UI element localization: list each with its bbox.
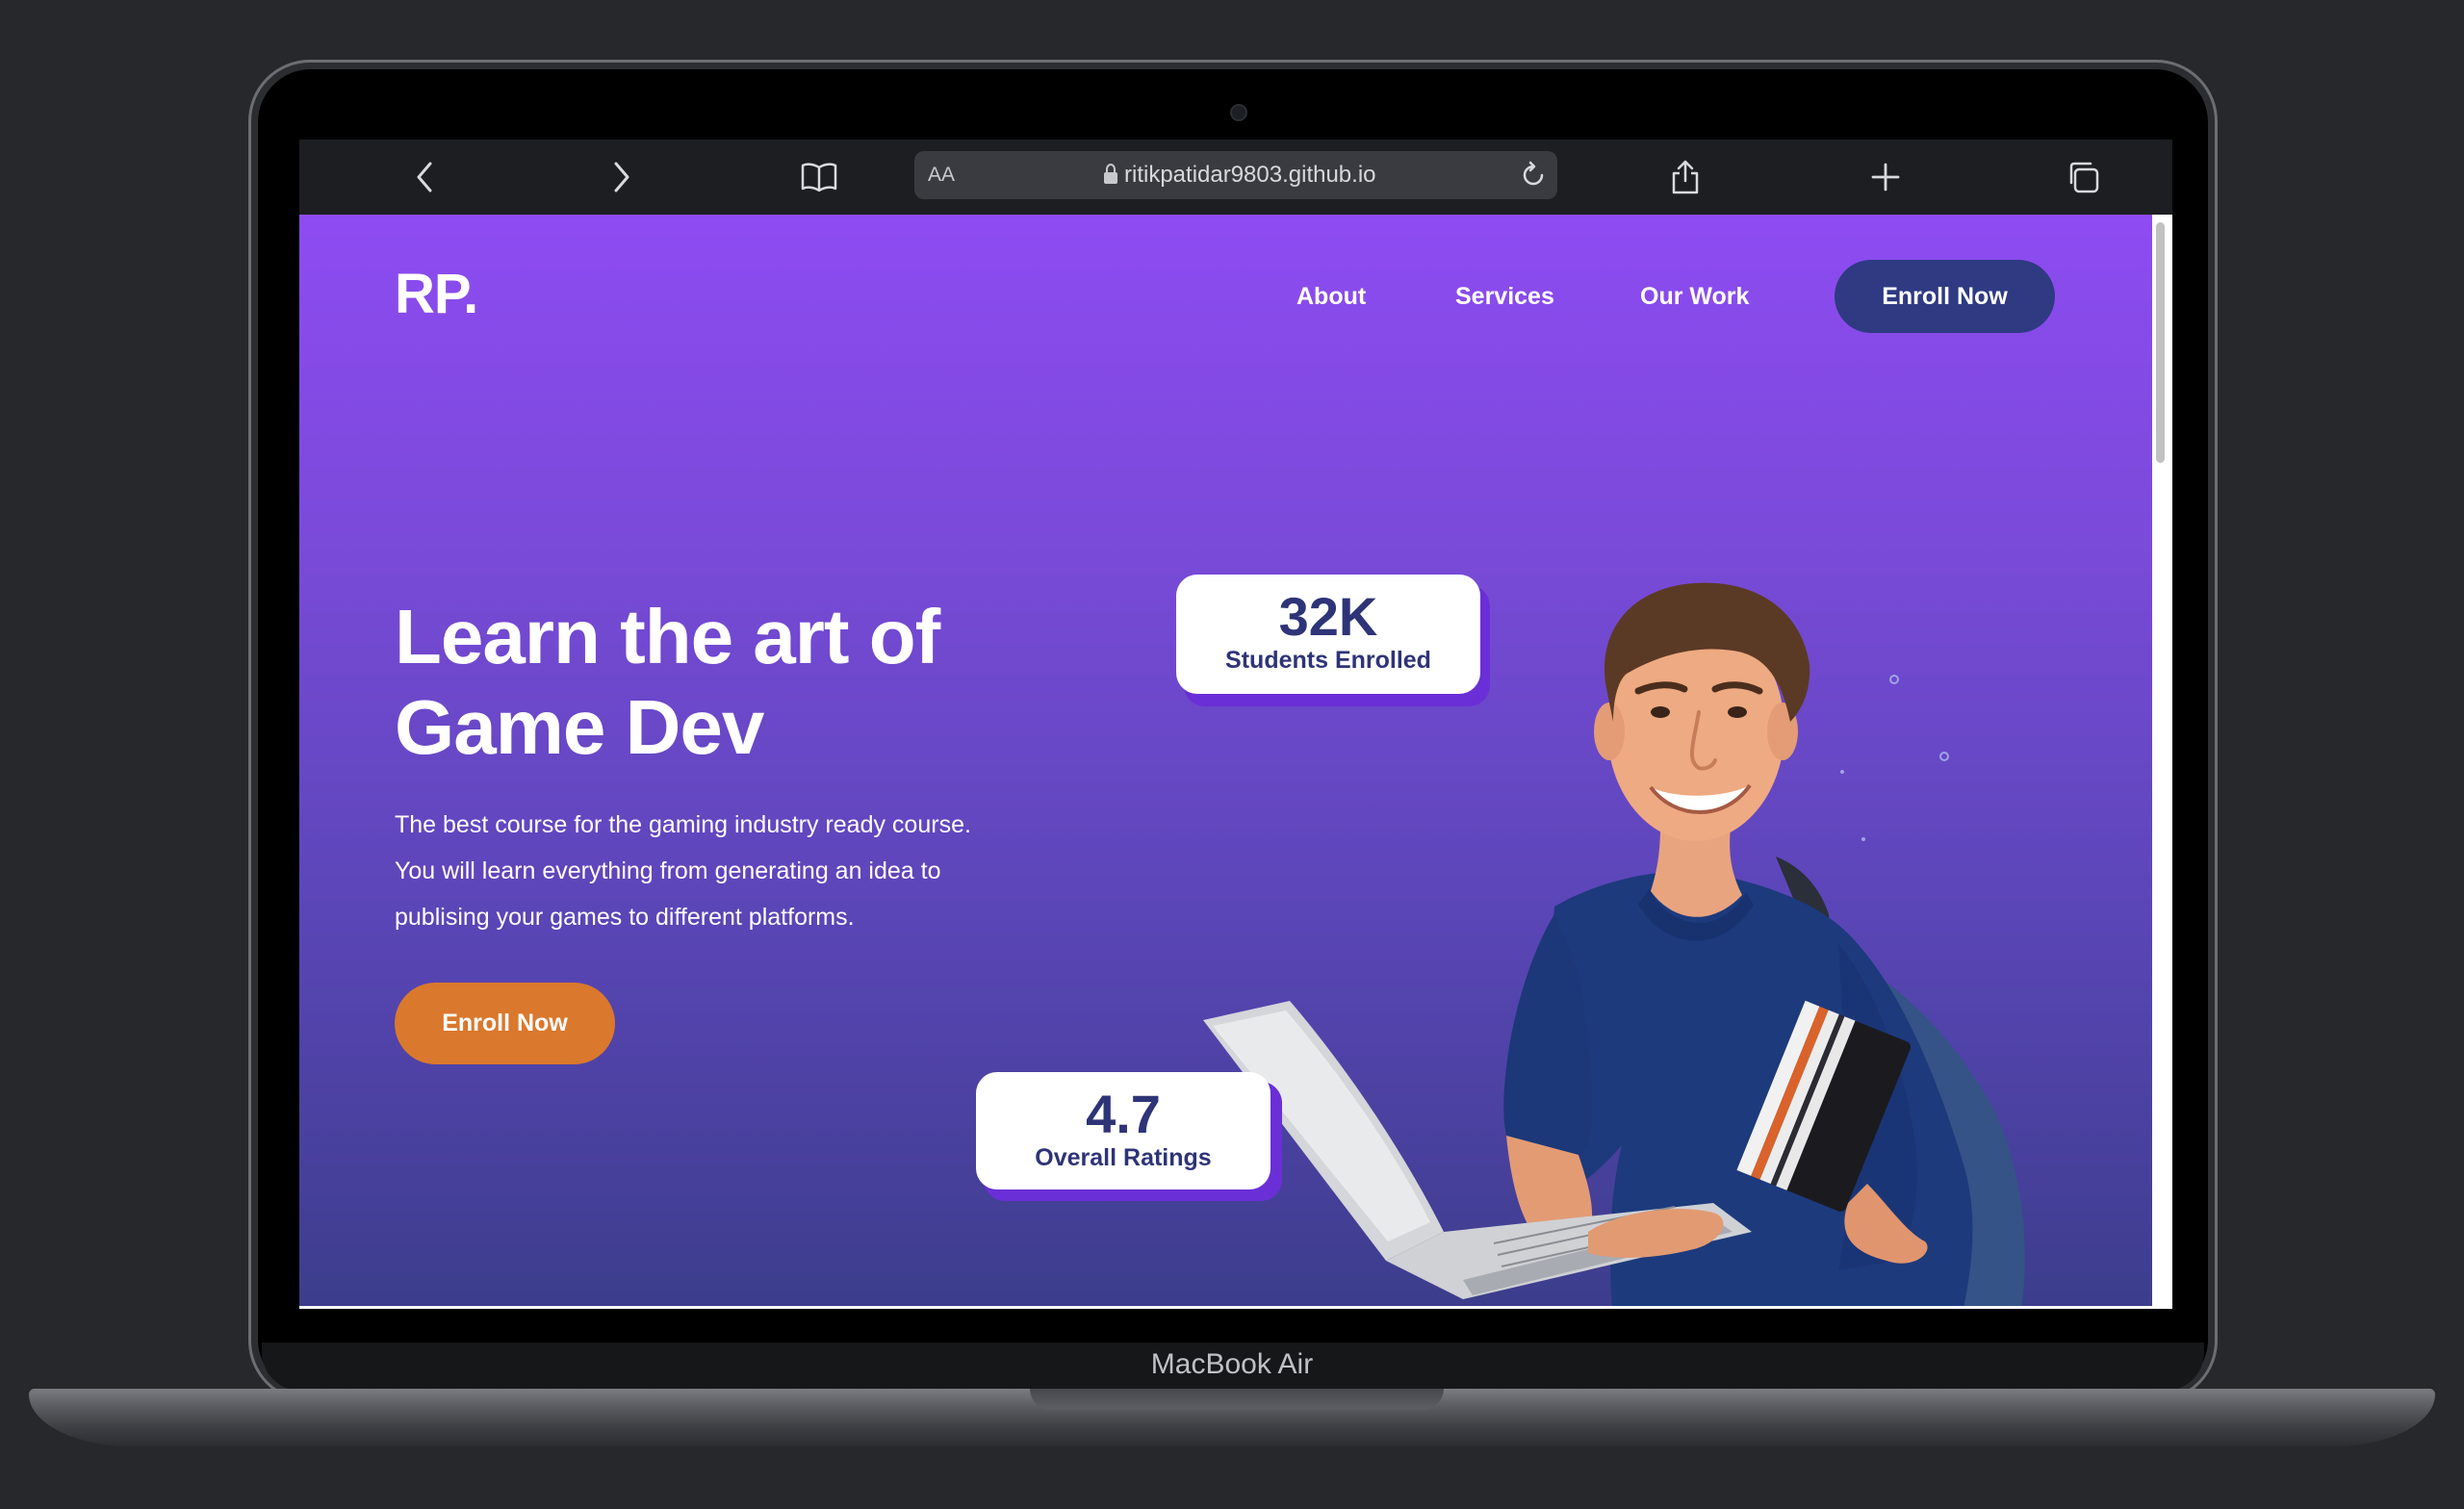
device-label: MacBook Air: [1150, 1348, 1314, 1380]
hero-title: Learn the art of Game Dev: [395, 592, 1165, 773]
nav-services-link[interactable]: Services: [1455, 283, 1554, 311]
page-divider: [299, 1306, 2172, 1309]
back-icon[interactable]: [396, 140, 453, 215]
forward-icon[interactable]: [593, 140, 651, 215]
reload-icon[interactable]: [1519, 161, 1548, 193]
hero-description: The best course for the gaming industry …: [395, 802, 1088, 940]
tabs-icon[interactable]: [2054, 140, 2112, 215]
hero-description-line: The best course for the gaming industry …: [395, 811, 971, 838]
stat-label: Students Enrolled: [1225, 647, 1431, 674]
lock-icon: [1103, 163, 1118, 189]
nav-about-link[interactable]: About: [1296, 283, 1366, 311]
stat-value: 32K: [1278, 586, 1378, 647]
stat-card-students: 32K Students Enrolled: [1176, 575, 1480, 694]
bookmarks-icon[interactable]: [790, 140, 848, 215]
stat-card-ratings: 4.7 Overall Ratings: [976, 1072, 1270, 1189]
nav-our-work-link[interactable]: Our Work: [1640, 283, 1749, 311]
text-size-button[interactable]: AA: [928, 151, 955, 199]
share-icon[interactable]: [1656, 140, 1714, 215]
hero-description-line: publising your games to different platfo…: [395, 904, 855, 931]
hero-enroll-button[interactable]: Enroll Now: [395, 983, 615, 1064]
hero-title-line-2: Game Dev: [395, 684, 764, 770]
url-text[interactable]: ritikpatidar9803.github.io: [1124, 151, 1376, 199]
site-logo[interactable]: RP.: [395, 262, 478, 326]
laptop-hinge-notch: [1030, 1389, 1444, 1410]
stat-label: Overall Ratings: [1035, 1144, 1212, 1171]
camera-icon: [1230, 104, 1247, 121]
stat-value: 4.7: [1086, 1084, 1161, 1144]
scrollbar-thumb[interactable]: [2156, 222, 2165, 463]
hero-description-line: You will learn everything from generatin…: [395, 857, 941, 884]
new-tab-icon[interactable]: [1857, 140, 1914, 215]
hero-title-line-1: Learn the art of: [395, 594, 940, 679]
nav-enroll-button[interactable]: Enroll Now: [1835, 260, 2055, 333]
